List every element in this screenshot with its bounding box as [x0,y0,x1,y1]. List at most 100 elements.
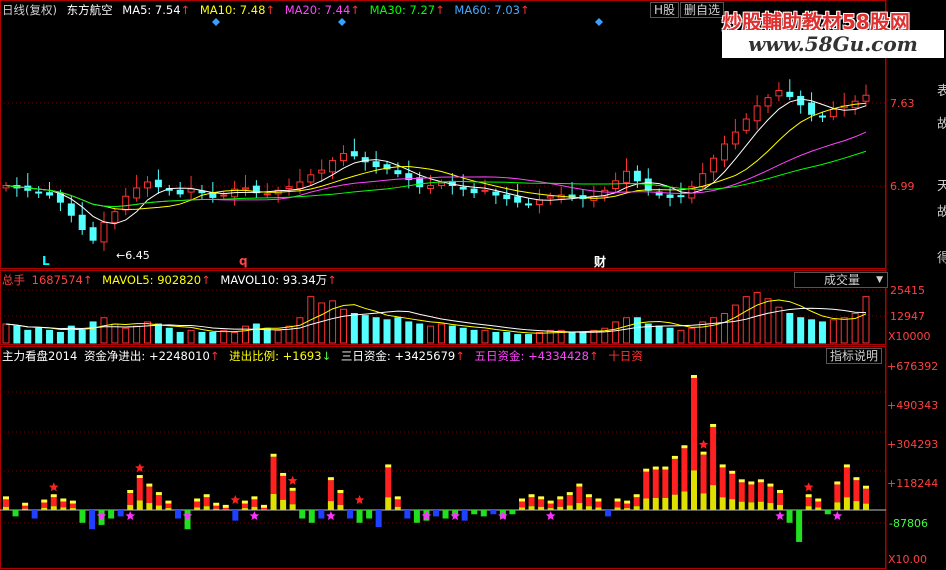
flow-bar-negative [79,510,86,523]
flow-bar-cap [738,479,745,483]
flow-bar-cap [843,464,850,468]
flow-bar-positive [614,501,621,508]
flow-bar-ratio [691,470,697,510]
chevron-down-icon: ▼ [876,275,883,285]
flow-bar-negative [509,510,516,515]
volume-bar-down [252,323,260,344]
flow-bar-positive [585,497,592,507]
flow-bar-positive [289,490,296,505]
volume-bar-down [56,331,64,344]
ind-unit: X10.00 [888,553,927,566]
flow-bar-positive [863,488,869,504]
flow-bar-cap [748,481,755,485]
candle-down [677,195,685,198]
five-day-label: 五日资金: +4334428↑ [474,349,599,363]
flow-bar-cap [757,479,764,483]
flow-bar-negative [471,510,478,515]
flow-bar-ratio [60,507,67,510]
flow-bar-positive [777,492,783,505]
volume-bar-down [372,317,380,344]
signal-diamond [212,18,220,26]
right-edge-glyphs: 表 故 天 故 得 [937,84,946,266]
buy-signal-star [287,475,298,485]
candle-down [633,170,641,182]
marker-q: q [239,254,248,268]
flow-bar-ratio [289,504,296,510]
mavol10-label: MAVOL10: 93.34万↑ [220,273,337,287]
flow-ratio-label: 进出比例: +1693↓ [229,349,332,363]
candle-down [46,192,54,196]
flow-bar-positive [3,499,9,507]
flow-bar-cap [60,498,67,502]
chart-type-label: 日线(复权) [2,3,57,17]
flow-bar-negative [12,510,19,517]
remove-favorite-button[interactable]: 删自选 [680,2,725,18]
flow-bar-ratio [165,508,172,510]
volume-bar-down [655,325,663,344]
flow-signal-star [450,511,460,520]
flow-bar-ratio [155,505,162,510]
flow-bar-ratio [681,491,688,510]
flow-bar-negative [796,510,803,542]
candle-up [122,195,130,211]
flow-bar-ratio [251,506,258,510]
flow-bar-positive [633,497,640,507]
flow-bar-negative [404,510,411,519]
candle-up [427,185,435,190]
flow-signal-star [249,511,260,520]
flow-bar-ratio [270,494,277,510]
volume-bar-up [122,327,130,344]
flow-signal-star [832,511,843,520]
candle-up [710,157,718,173]
watermark-url: www.58Gu.com [722,30,944,58]
flow-bar-cap [251,496,258,500]
flow-bar-positive [60,501,67,508]
flow-bar-ratio [566,505,573,510]
flow-bar-cap [69,500,76,504]
candle-down [808,102,816,115]
candle-up [742,118,750,131]
marker-cai: 财 [593,254,606,269]
flow-bar-ratio [777,504,783,510]
indicator-selector[interactable]: 成交量 ▼ [794,272,888,288]
flow-bar-ratio [767,502,774,510]
flow-bar-positive [738,482,745,502]
flow-bar-positive [805,497,812,507]
volume-bar-up [677,329,685,344]
volume-title: 总手 [2,273,25,287]
flow-bar-negative [433,510,439,517]
flow-bar-negative [347,510,353,519]
candle-down [797,95,805,106]
flow-bar-positive [251,499,258,507]
flow-bar-cap [194,498,201,502]
signal-diamonds [212,18,603,26]
flow-bar-cap [671,455,678,459]
flow-bar-positive [327,480,334,502]
volume-bar-down [633,317,641,344]
stock-name: 东方航空 [66,3,113,17]
candle-down [154,179,162,188]
flow-bar-cap [222,504,229,508]
svg-text:得: 得 [937,250,946,266]
indicator-help-button[interactable]: 指标说明 [826,348,883,364]
three-day-label: 三日资金: +3425679↑ [340,349,465,363]
candle-down [459,186,467,190]
volume-bar-up [546,329,554,344]
flow-bar-negative [480,510,487,517]
flow-bar-ratio [748,502,755,510]
flow-bar-negative [461,510,468,521]
volume-bar-up [840,317,848,344]
h-share-button[interactable]: H股 [650,2,680,18]
price-header: 日线(复权) 东方航空 MA5: 7.54↑ MA10: 7.48↑ MA20:… [2,2,536,18]
flow-bar-ratio [136,500,143,510]
volume-bar-down [470,329,478,344]
candle-up [623,170,631,184]
flow-bar-ratio [576,502,583,510]
volume-bar-up [329,300,337,344]
flow-bar-positive [681,448,688,492]
flow-bar-cap [700,451,707,455]
volume-bar-up [720,313,728,344]
flow-bar-cap [681,445,688,449]
candle-down [78,214,86,230]
ind-tick-4: +118244 [887,477,938,490]
